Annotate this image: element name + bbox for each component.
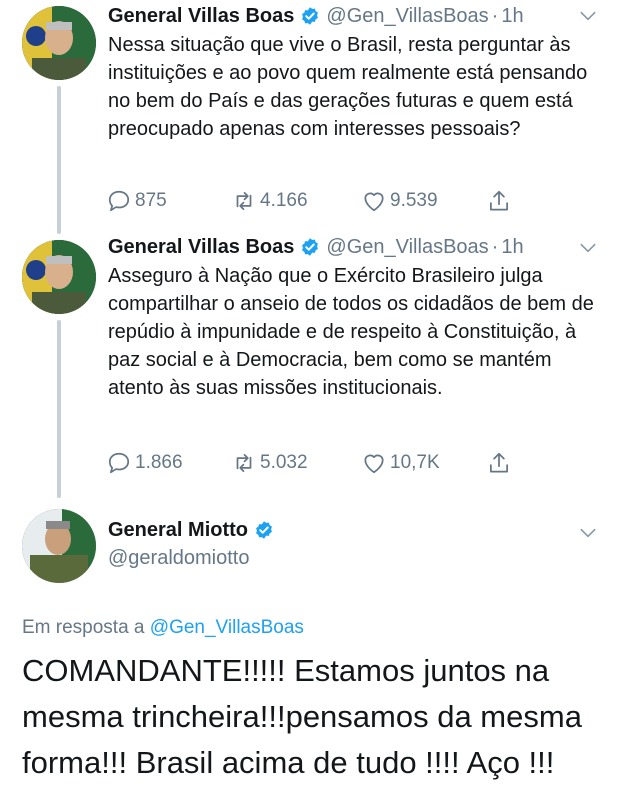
separator-dot: · (491, 4, 499, 27)
avatar-miotto[interactable] (22, 509, 96, 583)
like-icon (361, 188, 390, 214)
retweet-count: 4.166 (260, 190, 308, 211)
thread-line-1 (57, 86, 61, 234)
timestamp[interactable]: 1h (501, 5, 523, 28)
like-button[interactable]: 9.539 (361, 188, 486, 214)
chevron-down-icon[interactable] (578, 6, 598, 26)
tweet-header: General Villas Boas @Gen_VillasBoas · 1h (108, 1, 524, 31)
reply-header: General Miotto (108, 515, 280, 545)
reply-prefix: Em resposta a (22, 617, 145, 638)
like-button[interactable]: 10,7K (361, 450, 486, 476)
reply-button[interactable]: 1.866 (106, 450, 231, 476)
avatar-villas-boas-2[interactable] (22, 240, 96, 314)
display-name[interactable]: General Villas Boas (108, 5, 294, 28)
reply-count: 1.866 (135, 452, 183, 473)
reply-icon (106, 188, 135, 214)
retweet-count: 5.032 (260, 452, 308, 473)
handle[interactable]: @Gen_VillasBoas (326, 236, 488, 259)
tweet-2: General Villas Boas @Gen_VillasBoas · 1h… (0, 232, 620, 502)
like-icon (361, 450, 390, 476)
thread-line-2 (57, 320, 61, 498)
like-count: 10,7K (390, 452, 440, 473)
handle[interactable]: @Gen_VillasBoas (326, 5, 488, 28)
reply-handle-row: @geraldomiotto (108, 543, 249, 573)
chevron-down-icon[interactable] (578, 523, 598, 543)
reply-icon (106, 450, 135, 476)
verified-badge-icon (300, 6, 320, 26)
tweet-text: Asseguro à Nação que o Exército Brasilei… (108, 265, 594, 399)
verified-badge-icon (254, 520, 274, 540)
reply-context: Em resposta a @Gen_VillasBoas (22, 617, 304, 639)
handle[interactable]: @geraldomiotto (108, 547, 249, 570)
retweet-button[interactable]: 4.166 (231, 188, 361, 214)
retweet-icon (231, 450, 260, 476)
reply-mention-link[interactable]: @Gen_VillasBoas (150, 617, 304, 638)
tweet-header: General Villas Boas @Gen_VillasBoas · 1h (108, 232, 524, 262)
chevron-down-icon[interactable] (578, 238, 598, 258)
reply-count: 875 (135, 190, 167, 211)
share-button[interactable] (486, 188, 515, 214)
reply-text: COMANDANTE!!!!! Estamos juntos na mesma … (22, 653, 582, 780)
share-button[interactable] (486, 450, 515, 476)
display-name[interactable]: General Miotto (108, 519, 248, 542)
share-icon (486, 188, 515, 214)
like-count: 9.539 (390, 190, 438, 211)
tweet-text: Nessa situação que vive o Brasil, resta … (108, 34, 588, 140)
tweet-actions: 1.866 5.032 10,7K (106, 449, 515, 477)
retweet-icon (231, 188, 260, 214)
timestamp[interactable]: 1h (501, 236, 523, 259)
share-icon (486, 450, 515, 476)
tweet-actions: 875 4.166 9.539 (106, 187, 515, 215)
separator-dot: · (491, 235, 499, 258)
tweet-1: General Villas Boas @Gen_VillasBoas · 1h… (0, 0, 620, 234)
reply-button[interactable]: 875 (106, 188, 231, 214)
verified-badge-icon (300, 237, 320, 257)
retweet-button[interactable]: 5.032 (231, 450, 361, 476)
display-name[interactable]: General Villas Boas (108, 236, 294, 259)
avatar-villas-boas-1[interactable] (22, 6, 96, 80)
